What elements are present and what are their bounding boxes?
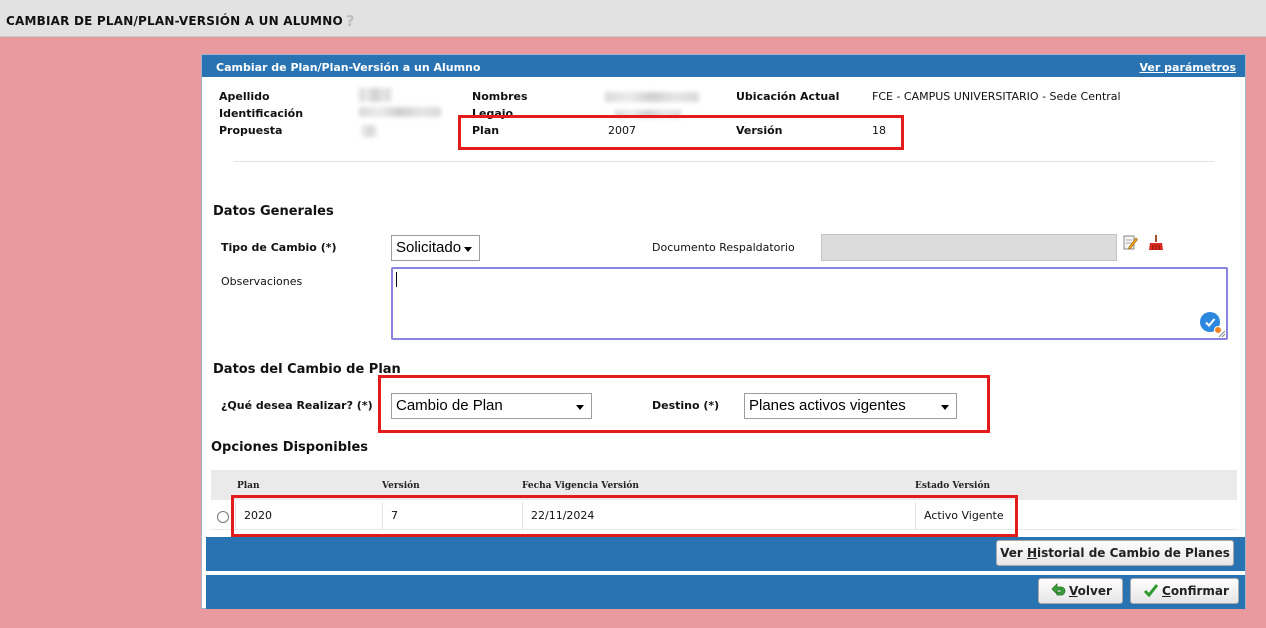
plan-value: 2007 (608, 124, 636, 137)
text-caret (396, 272, 397, 287)
confirmar-suffix: onfirmar (1170, 584, 1229, 598)
grammar-check-icon[interactable] (1200, 312, 1222, 334)
realizar-value: Cambio de Plan (396, 397, 503, 414)
panel-title: Cambiar de Plan/Plan-Versión a un Alumno (216, 61, 481, 74)
cell-estado: Activo Vigente (915, 502, 1237, 529)
confirmar-button[interactable]: Confirmar (1130, 578, 1239, 604)
action-bar: Volver Confirmar (206, 575, 1245, 609)
historial-suffix: istorial de Cambio de Planes (1037, 546, 1230, 560)
page-title: CAMBIAR DE PLAN/PLAN-VERSIÓN A UN ALUMNO… (6, 12, 355, 30)
version-value: 18 (872, 124, 886, 137)
tipo-cambio-select[interactable]: Solicitado (391, 235, 480, 261)
version-label: Versión (736, 124, 783, 137)
ubicacion-value: FCE - CAMPUS UNIVERSITARIO - Sede Centra… (872, 90, 1121, 103)
col-estado-header: Estado Versión (915, 481, 991, 491)
volver-suffix: olver (1077, 584, 1112, 598)
volver-button[interactable]: Volver (1038, 578, 1123, 604)
realizar-select[interactable]: Cambio de Plan (391, 393, 592, 419)
propuesta-value-redacted (362, 125, 376, 137)
page-title-text: CAMBIAR DE PLAN/PLAN-VERSIÓN A UN ALUMNO (6, 14, 343, 28)
col-fecha-header: Fecha Vigencia Versión (522, 481, 639, 491)
page-header: CAMBIAR DE PLAN/PLAN-VERSIÓN A UN ALUMNO… (0, 0, 1266, 37)
tipo-cambio-value: Solicitado (396, 239, 462, 256)
historial-bar: Ver Historial de Cambio de Planes (206, 537, 1245, 571)
cell-version: 7 (382, 502, 522, 529)
apellido-value-redacted (359, 88, 391, 102)
destino-value: Planes activos vigentes (749, 397, 906, 414)
observaciones-label: Observaciones (221, 275, 303, 288)
documento-field[interactable] (821, 234, 1117, 261)
cell-plan: 2020 (235, 502, 382, 529)
chevron-down-icon (941, 405, 949, 410)
ver-parametros-link[interactable]: Ver parámetros (1140, 61, 1236, 74)
option-radio[interactable] (217, 511, 229, 523)
chevron-down-icon (464, 247, 472, 252)
volver-hotkey: V (1069, 584, 1078, 598)
realizar-label: ¿Qué desea Realizar? (*) (221, 399, 373, 412)
opciones-heading: Opciones Disponibles (211, 440, 369, 455)
broom-clear-icon[interactable] (1148, 235, 1164, 251)
panel-header: Cambiar de Plan/Plan-Versión a un Alumno… (202, 55, 1245, 77)
main-panel: Cambiar de Plan/Plan-Versión a un Alumno… (201, 54, 1246, 609)
plan-label: Plan (472, 124, 500, 137)
cell-fecha: 22/11/2024 (522, 502, 915, 529)
table-header: Plan Versión Fecha Vigencia Versión Esta… (211, 470, 1237, 500)
col-version-header: Versión (382, 481, 420, 491)
tipo-cambio-label: Tipo de Cambio (*) (221, 241, 337, 254)
destino-label: Destino (*) (652, 399, 720, 412)
confirmar-hotkey: C (1162, 584, 1171, 598)
propuesta-label: Propuesta (219, 124, 283, 137)
legajo-value-redacted (615, 110, 681, 118)
checkmark-icon (1143, 582, 1159, 606)
resize-grip-icon[interactable] (1218, 330, 1225, 337)
ubicacion-label: Ubicación Actual (736, 90, 840, 103)
back-arrow-icon (1050, 582, 1066, 606)
historial-prefix: Ver (1000, 546, 1027, 560)
nombres-value-redacted (605, 92, 699, 102)
question-icon[interactable]: ? (346, 12, 355, 30)
destino-select[interactable]: Planes activos vigentes (744, 393, 957, 419)
identificacion-label: Identificación (219, 107, 304, 120)
datos-generales-heading: Datos Generales (213, 204, 334, 219)
identificacion-value-redacted (359, 107, 441, 117)
chevron-down-icon (576, 405, 584, 410)
legajo-label: Legajo (472, 107, 514, 120)
divider (234, 161, 1214, 162)
nombres-label: Nombres (472, 90, 528, 103)
ver-historial-button[interactable]: Ver Historial de Cambio de Planes (996, 540, 1234, 566)
col-plan-header: Plan (237, 481, 260, 491)
edit-document-icon[interactable] (1122, 235, 1138, 251)
observaciones-textarea[interactable] (391, 267, 1228, 340)
datos-cambio-heading: Datos del Cambio de Plan (213, 362, 401, 377)
apellido-label: Apellido (219, 90, 270, 103)
documento-label: Documento Respaldatorio (652, 241, 795, 254)
historial-hotkey: H (1026, 546, 1038, 560)
table-row[interactable]: 2020 7 22/11/2024 Activo Vigente (211, 502, 1237, 530)
